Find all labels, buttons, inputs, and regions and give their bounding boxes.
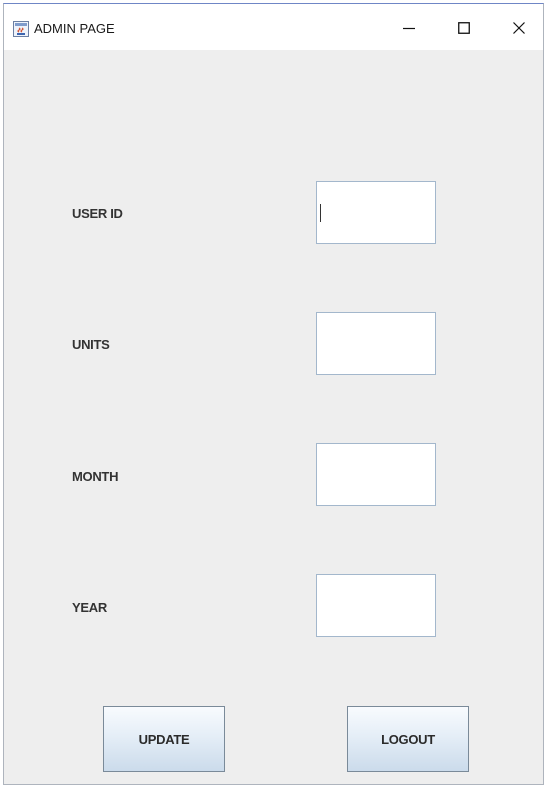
year-label: YEAR: [72, 600, 107, 615]
admin-window: ADMIN PAGE USER ID UNITS MONTH YEAR UPDA…: [3, 3, 544, 785]
units-input[interactable]: [316, 312, 436, 375]
maximize-icon: [458, 22, 470, 34]
update-button[interactable]: UPDATE: [103, 706, 225, 772]
text-caret: [320, 204, 321, 222]
minimize-button[interactable]: [386, 13, 432, 43]
units-label: UNITS: [72, 337, 110, 352]
close-button[interactable]: [496, 13, 542, 43]
logout-button[interactable]: LOGOUT: [347, 706, 469, 772]
year-input[interactable]: [316, 574, 436, 637]
title-bar[interactable]: ADMIN PAGE: [4, 4, 543, 50]
admin-form: USER ID UNITS MONTH YEAR UPDATE LOGOUT: [4, 50, 543, 784]
user-id-label: USER ID: [72, 206, 123, 221]
user-id-input[interactable]: [316, 181, 436, 244]
java-app-icon: [13, 21, 29, 37]
maximize-button[interactable]: [441, 13, 487, 43]
minimize-icon: [403, 27, 415, 30]
window-title: ADMIN PAGE: [34, 21, 115, 36]
close-icon: [513, 22, 525, 34]
month-label: MONTH: [72, 469, 119, 484]
month-input[interactable]: [316, 443, 436, 506]
